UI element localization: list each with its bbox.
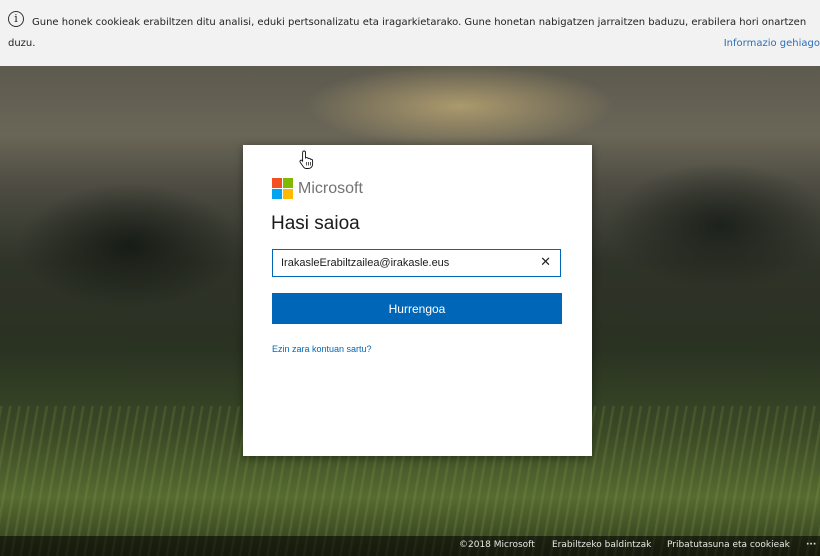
clear-icon[interactable]: ✕ [540, 254, 551, 272]
page-title: Hasi saioa [271, 213, 360, 234]
logo-tile-green [283, 178, 293, 188]
logo-tile-red [272, 178, 282, 188]
hand-pointer-cursor-icon [299, 150, 314, 169]
footer: ©2018 Microsoft Erabiltzeko baldintzak P… [0, 536, 820, 556]
email-field[interactable]: ✕ [272, 249, 561, 277]
info-icon: i [8, 11, 24, 27]
microsoft-logo-icon [272, 178, 293, 199]
brand-name: Microsoft [298, 180, 363, 197]
cant-access-account-link[interactable]: Ezin zara kontuan sartu? [272, 344, 372, 354]
cookie-banner: i Gune honek cookieak erabiltzen ditu an… [0, 0, 820, 66]
footer-privacy-link[interactable]: Pribatutasuna eta cookieak [667, 540, 790, 550]
email-input[interactable] [281, 254, 531, 272]
cookie-message: Gune honek cookieak erabiltzen ditu anal… [32, 17, 807, 28]
cookie-message-continued: duzu. [8, 38, 36, 49]
footer-terms-link[interactable]: Erabiltzeko baldintzak [552, 540, 651, 550]
logo-tile-yellow [283, 189, 293, 199]
logo-tile-blue [272, 189, 282, 199]
footer-more-button[interactable]: ··· [806, 540, 816, 550]
footer-copyright: ©2018 Microsoft [459, 540, 535, 550]
more-info-link[interactable]: Informazio gehiago [724, 38, 820, 49]
next-button[interactable]: Hurrengoa [272, 293, 562, 324]
signin-card: Microsoft Hasi saioa ✕ Hurrengoa Ezin za… [243, 145, 592, 456]
